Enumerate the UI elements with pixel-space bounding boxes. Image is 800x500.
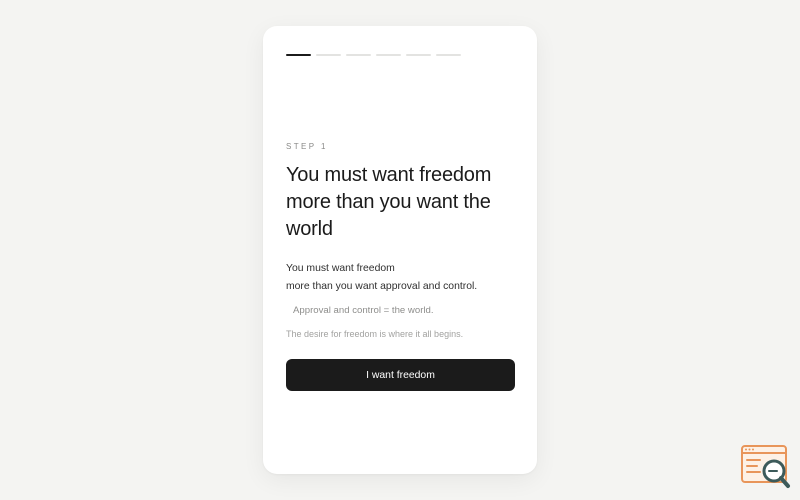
progress-indicator xyxy=(286,54,461,56)
progress-segment xyxy=(346,54,371,56)
progress-segment xyxy=(436,54,461,56)
browser-search-icon xyxy=(740,444,792,490)
body-line: You must want freedom xyxy=(286,263,395,274)
progress-segment xyxy=(316,54,341,56)
step-label: STEP 1 xyxy=(286,142,328,151)
progress-segment xyxy=(376,54,401,56)
body-text: You must want freedom more than you want… xyxy=(286,260,518,295)
body-line: more than you want approval and control. xyxy=(286,280,478,292)
i-want-freedom-button[interactable]: I want freedom xyxy=(286,359,515,391)
quote-text: Approval and control = the world. xyxy=(293,305,434,316)
note-text: The desire for freedom is where it all b… xyxy=(286,329,464,339)
progress-segment xyxy=(406,54,431,56)
progress-segment xyxy=(286,54,311,56)
headline: You must want freedom more than you want… xyxy=(286,164,492,240)
step-card: STEP 1 You must want freedom more than y… xyxy=(263,26,537,474)
